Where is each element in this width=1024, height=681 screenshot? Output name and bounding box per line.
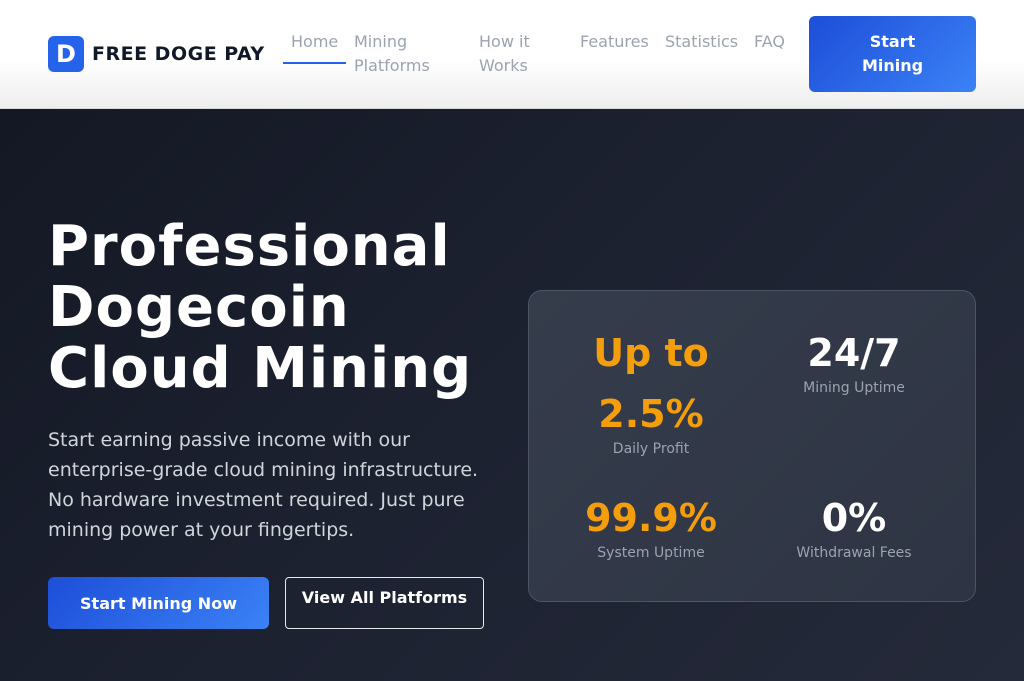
view-all-platforms-button[interactable]: View All Platforms [285,577,484,629]
stat-label: Daily Profit [612,441,690,457]
brand-logo[interactable]: D FREE DOGE PAY [48,36,265,72]
nav-item-mining-platforms[interactable]: Mining Platforms [354,30,454,78]
stat-value: Up to 2.5% [593,331,709,436]
nav-item-statistics[interactable]: Statistics [665,30,745,54]
hero-title: Professional Dogecoin Cloud Mining [48,214,473,401]
stat-label: System Uptime [597,545,705,561]
nav-item-faq[interactable]: FAQ [754,30,794,54]
stat-withdrawal-fees: 0% Withdrawal Fees [752,488,956,561]
stat-system-uptime: 99.9% System Uptime [549,488,753,561]
stat-mining-uptime: 24/7 Mining Uptime [752,323,956,396]
nav-item-features[interactable]: Features [580,30,660,54]
stat-daily-profit: Up to 2.5% Daily Profit [549,323,753,457]
nav-item-home[interactable]: Home [291,30,351,54]
stats-card: Up to 2.5% Daily Profit 24/7 Mining Upti… [528,290,976,602]
brand-name: FREE DOGE PAY [92,43,265,65]
nav-active-indicator [283,62,346,64]
logo-icon: D [48,36,84,72]
stat-value: 99.9% [585,496,717,540]
hero-subtitle: Start earning passive income with our en… [48,429,479,541]
nav-item-how-it-works[interactable]: How it Works [479,30,559,78]
start-mining-button[interactable]: Start Mining [809,16,976,92]
stat-value: 0% [821,496,887,540]
stat-label: Withdrawal Fees [796,545,912,561]
stat-label: Mining Uptime [803,380,905,396]
site-header: D FREE DOGE PAY Home Mining Platforms Ho… [0,0,1024,109]
stat-value: 24/7 [807,331,901,375]
start-mining-now-button[interactable]: Start Mining Now [48,577,269,629]
